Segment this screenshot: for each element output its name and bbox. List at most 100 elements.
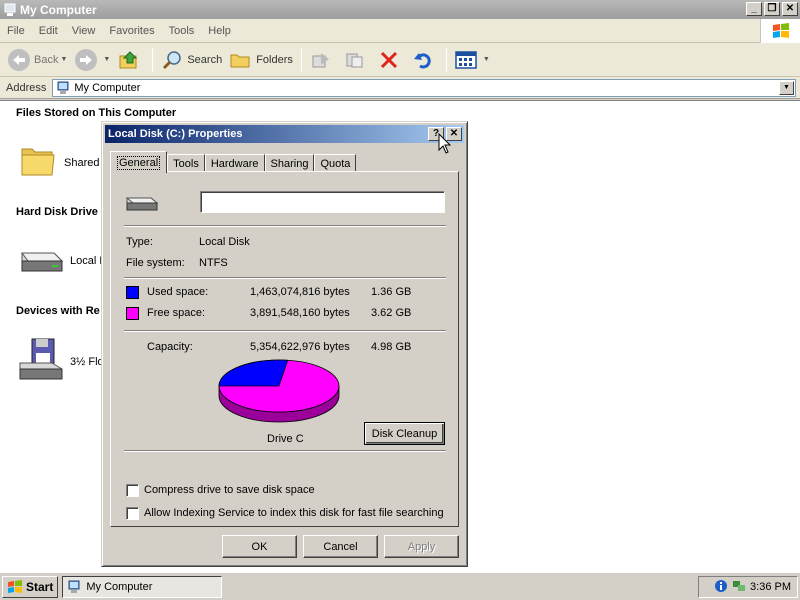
- back-dropdown-icon[interactable]: ▼: [60, 56, 67, 63]
- tab-sharing[interactable]: Sharing: [264, 154, 315, 172]
- indexing-checkbox[interactable]: [126, 507, 139, 520]
- folders-label: Folders: [256, 53, 293, 66]
- dialog-titlebar[interactable]: Local Disk (C:) Properties ? ✕: [105, 125, 464, 143]
- delete-button[interactable]: [374, 46, 408, 74]
- divider: [124, 225, 446, 227]
- clock[interactable]: 3:36 PM: [750, 581, 791, 593]
- dialog-title: Local Disk (C:) Properties: [108, 128, 243, 140]
- standard-toolbar: Back ▼ ▼ Search Folders ▼: [0, 43, 800, 77]
- ok-button[interactable]: OK: [222, 535, 297, 558]
- info-icon[interactable]: [714, 579, 728, 596]
- folders-button[interactable]: Folders: [226, 46, 297, 74]
- free-space-gb: 3.62 GB: [371, 307, 412, 319]
- shared-documents-label: Shared: [64, 156, 100, 169]
- menu-tools[interactable]: Tools: [162, 25, 202, 37]
- back-arrow-icon: [8, 48, 30, 71]
- copy-to-button[interactable]: [340, 46, 374, 74]
- views-button[interactable]: ▼: [451, 46, 494, 74]
- taskbar-my-computer[interactable]: My Computer: [62, 575, 223, 598]
- undo-icon: [412, 49, 434, 71]
- local-disk-item[interactable]: Local D: [18, 241, 107, 280]
- menu-view[interactable]: View: [65, 25, 103, 37]
- indexing-label[interactable]: Allow Indexing Service to index this dis…: [144, 507, 444, 519]
- pie-used-slice: [218, 359, 289, 387]
- windows-logo-icon: [760, 19, 800, 43]
- compress-checkbox[interactable]: [126, 484, 139, 497]
- divider: [124, 450, 446, 452]
- computer-icon: [67, 580, 81, 594]
- free-space-bytes: 3,891,548,160 bytes: [250, 307, 350, 319]
- drive-icon: [125, 192, 159, 217]
- start-label: Start: [26, 579, 54, 594]
- forward-arrow-icon: [75, 48, 98, 71]
- capacity-gb: 4.98 GB: [371, 341, 412, 353]
- search-label: Search: [187, 53, 223, 66]
- used-space-label: Used space:: [147, 286, 209, 298]
- search-button[interactable]: Search: [157, 46, 226, 74]
- menu-bar: File Edit View Favorites Tools Help: [0, 19, 800, 43]
- taskbar: Start My Computer 3:36 PM: [0, 572, 800, 600]
- back-label: Back: [34, 53, 59, 66]
- shared-documents-item[interactable]: Shared: [18, 141, 99, 184]
- volume-label-input[interactable]: [200, 191, 445, 213]
- undo-button[interactable]: [408, 46, 442, 74]
- used-space-bytes: 1,463,074,816 bytes: [250, 286, 350, 298]
- network-icon[interactable]: [732, 579, 746, 596]
- cancel-button[interactable]: Cancel: [303, 535, 378, 558]
- divider: [124, 277, 446, 279]
- capacity-bytes: 5,354,622,976 bytes: [250, 341, 350, 353]
- hard-drive-icon: [18, 241, 64, 280]
- back-button[interactable]: Back ▼: [4, 46, 71, 74]
- menu-favorites[interactable]: Favorites: [102, 25, 161, 37]
- group-header-files: Files Stored on This Computer: [16, 107, 177, 119]
- copy-to-icon: [344, 49, 366, 71]
- menu-file[interactable]: File: [0, 25, 32, 37]
- window-titlebar[interactable]: My Computer _ ❐ ✕: [0, 0, 800, 19]
- apply-button[interactable]: Apply: [384, 535, 459, 558]
- type-label: Type:: [126, 236, 153, 248]
- restore-button[interactable]: ❐: [764, 2, 780, 16]
- window-title: My Computer: [20, 2, 97, 17]
- properties-dialog: Local Disk (C:) Properties ? ✕ General T…: [101, 121, 468, 567]
- up-folder-icon: [118, 49, 140, 71]
- move-to-button[interactable]: [306, 46, 340, 74]
- tab-general[interactable]: General: [110, 151, 168, 173]
- floppy-drive-label: 3½ Flo: [70, 355, 104, 368]
- divider: [124, 330, 446, 332]
- capacity-label: Capacity:: [147, 341, 193, 353]
- forward-dropdown-icon[interactable]: ▼: [103, 56, 110, 63]
- up-folder-button[interactable]: [114, 46, 148, 74]
- address-field[interactable]: My Computer ▼: [52, 78, 796, 97]
- search-icon: [161, 49, 183, 71]
- toolbar-separator: [445, 47, 447, 72]
- folder-icon: [18, 141, 58, 184]
- toolbar-separator: [152, 47, 154, 72]
- drive-label: Drive C: [267, 433, 304, 445]
- address-value: My Computer: [74, 81, 141, 94]
- start-button[interactable]: Start: [2, 575, 59, 598]
- views-dropdown-icon[interactable]: ▼: [483, 56, 490, 63]
- move-to-icon: [310, 49, 332, 71]
- minimize-button[interactable]: _: [746, 2, 762, 16]
- tab-hardware[interactable]: Hardware: [204, 154, 265, 172]
- menu-edit[interactable]: Edit: [32, 25, 65, 37]
- close-window-button[interactable]: ✕: [782, 2, 798, 16]
- taskbar-task-label: My Computer: [86, 580, 153, 593]
- used-space-swatch: [126, 286, 139, 299]
- tab-quota[interactable]: Quota: [314, 154, 357, 172]
- disk-cleanup-button[interactable]: Disk Cleanup: [364, 422, 445, 445]
- tab-tools[interactable]: Tools: [167, 154, 205, 172]
- used-space-gb: 1.36 GB: [371, 286, 412, 298]
- forward-button[interactable]: ▼: [71, 46, 114, 74]
- folders-icon: [230, 49, 252, 71]
- free-space-label: Free space:: [147, 307, 206, 319]
- menu-help[interactable]: Help: [201, 25, 238, 37]
- windows-logo-icon: [7, 579, 23, 594]
- floppy-drive-icon: [18, 337, 64, 386]
- free-space-swatch: [126, 307, 139, 320]
- floppy-drive-item[interactable]: 3½ Flo: [18, 337, 104, 386]
- type-value: Local Disk: [199, 236, 250, 248]
- address-dropdown-icon[interactable]: ▼: [779, 80, 794, 95]
- disk-usage-pie: [218, 359, 340, 423]
- compress-label[interactable]: Compress drive to save disk space: [144, 484, 315, 496]
